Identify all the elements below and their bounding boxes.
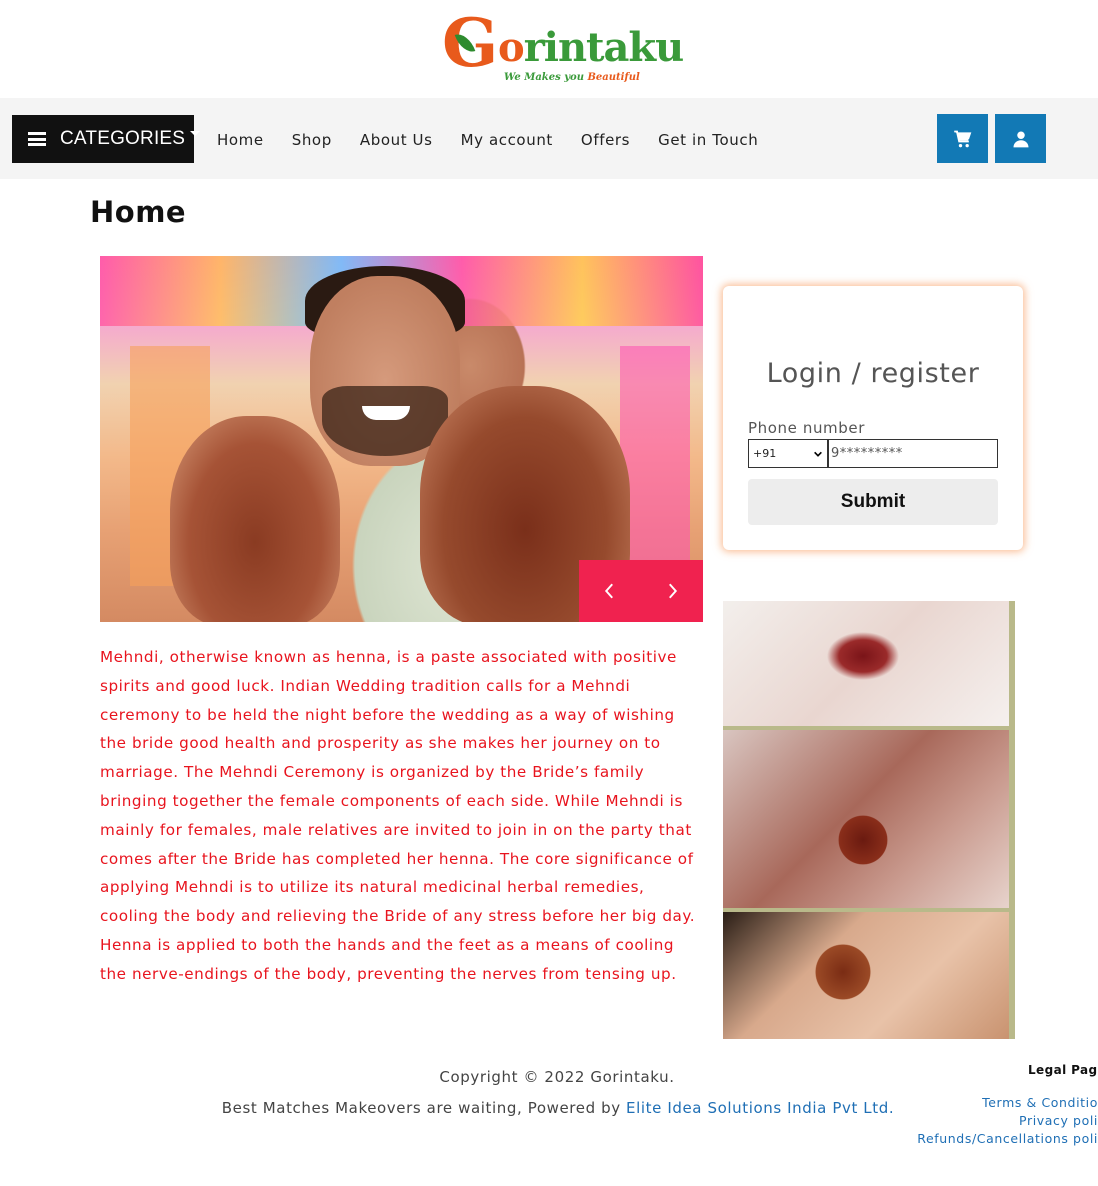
nav-link-my-account[interactable]: My account bbox=[461, 131, 553, 149]
nav-link-about-us[interactable]: About Us bbox=[360, 131, 433, 149]
country-code-value: +91 bbox=[753, 447, 777, 460]
country-code-select[interactable]: +91 bbox=[748, 439, 828, 468]
login-title: Login / register bbox=[766, 358, 980, 389]
slider-next-button[interactable] bbox=[641, 560, 703, 622]
submit-button[interactable]: Submit bbox=[748, 479, 998, 525]
logo-text-o: o bbox=[498, 24, 525, 71]
tagline-post: Beautiful bbox=[587, 72, 640, 83]
phone-input[interactable]: 9********* bbox=[828, 439, 998, 468]
nav-link-offers[interactable]: Offers bbox=[581, 131, 630, 149]
privacy-link[interactable]: Privacy poli bbox=[917, 1112, 1098, 1130]
mehndi-collage-image bbox=[723, 601, 1015, 1039]
footer-copyright: Copyright © 2022 Gorintaku. bbox=[439, 1068, 675, 1086]
login-card: Login / register Phone number +91 9*****… bbox=[723, 286, 1023, 550]
legal-links: Terms & Conditio Privacy poli Refunds/Ca… bbox=[917, 1094, 1098, 1148]
tagline-pre: We Makes you bbox=[504, 72, 588, 83]
refunds-link[interactable]: Refunds/Cancellations poli bbox=[917, 1130, 1098, 1148]
phone-label: Phone number bbox=[748, 419, 865, 437]
categories-button[interactable]: CATEGORIES bbox=[12, 115, 194, 163]
page-title: Home bbox=[90, 195, 187, 229]
user-icon bbox=[1013, 131, 1028, 147]
cart-icon bbox=[953, 130, 971, 147]
hamburger-icon bbox=[28, 132, 46, 146]
nav-link-get-in-touch[interactable]: Get in Touch bbox=[658, 131, 758, 149]
nav-links: Home Shop About Us My account Offers Get… bbox=[217, 131, 786, 149]
mehndi-description: Mehndi, otherwise known as henna, is a p… bbox=[100, 648, 696, 983]
logo-text-rest: rintaku bbox=[523, 24, 685, 71]
site-logo[interactable]: G orintaku We Makes you Beautiful bbox=[440, 10, 684, 90]
logo-text: orintaku bbox=[498, 28, 684, 68]
logo-tagline: We Makes you Beautiful bbox=[504, 72, 640, 83]
chevron-left-icon bbox=[604, 583, 613, 599]
slider-prev-button[interactable] bbox=[579, 560, 641, 622]
powered-text: Best Matches Makeovers are waiting, Powe… bbox=[221, 1099, 627, 1117]
chevron-right-icon bbox=[669, 583, 678, 599]
caret-down-icon bbox=[190, 131, 200, 136]
terms-link[interactable]: Terms & Conditio bbox=[917, 1094, 1098, 1112]
account-button[interactable] bbox=[995, 114, 1046, 163]
slider-controls bbox=[579, 560, 703, 622]
categories-label: CATEGORIES bbox=[60, 128, 186, 149]
powered-by-link[interactable]: Elite Idea Solutions India Pvt Ltd. bbox=[626, 1099, 894, 1117]
cart-button[interactable] bbox=[937, 114, 988, 163]
nav-link-home[interactable]: Home bbox=[217, 131, 264, 149]
nav-link-shop[interactable]: Shop bbox=[292, 131, 332, 149]
main-navbar: CATEGORIES Home Shop About Us My account… bbox=[0, 98, 1098, 179]
chevron-down-icon bbox=[814, 451, 822, 457]
legal-pages-heading: Legal Pag bbox=[1028, 1063, 1098, 1077]
footer-powered-by: Best Matches Makeovers are waiting, Powe… bbox=[218, 1095, 898, 1122]
